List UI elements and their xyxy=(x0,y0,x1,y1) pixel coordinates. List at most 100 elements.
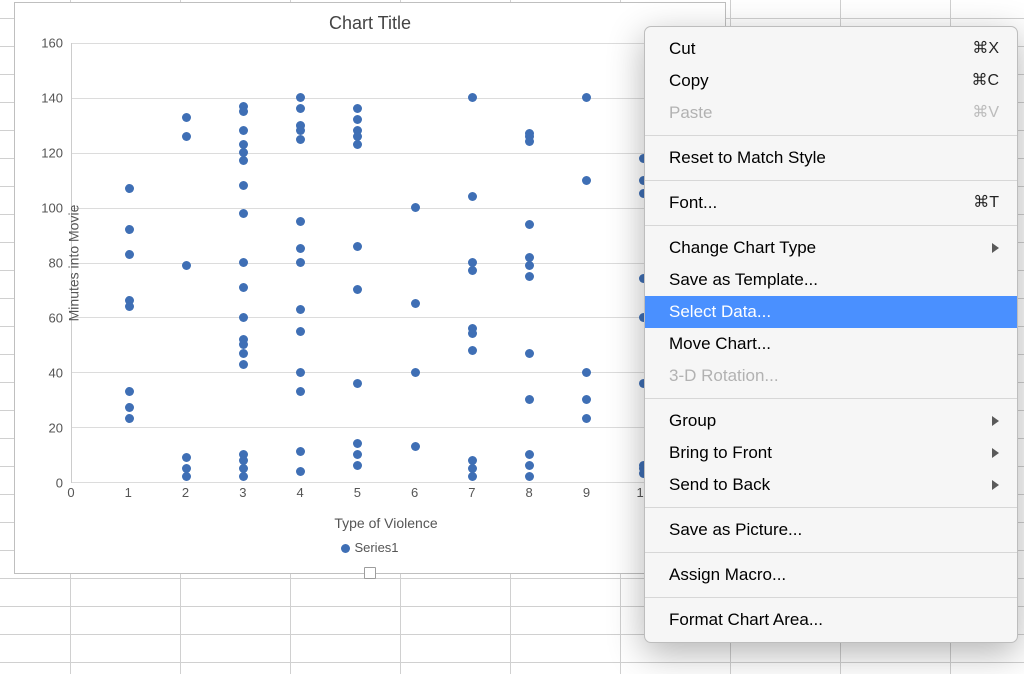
menu-separator xyxy=(645,225,1017,226)
data-point[interactable] xyxy=(525,349,534,358)
menu-item-assign-macro[interactable]: Assign Macro... xyxy=(645,559,1017,591)
data-point[interactable] xyxy=(296,447,305,456)
data-point[interactable] xyxy=(525,450,534,459)
data-point[interactable] xyxy=(582,93,591,102)
data-point[interactable] xyxy=(468,329,477,338)
data-point[interactable] xyxy=(296,467,305,476)
data-point[interactable] xyxy=(239,181,248,190)
data-point[interactable] xyxy=(239,360,248,369)
data-point[interactable] xyxy=(182,261,191,270)
data-point[interactable] xyxy=(239,107,248,116)
data-point[interactable] xyxy=(353,104,362,113)
data-point[interactable] xyxy=(125,302,134,311)
data-point[interactable] xyxy=(582,395,591,404)
y-tick-label: 0 xyxy=(56,476,63,491)
data-point[interactable] xyxy=(353,242,362,251)
data-point[interactable] xyxy=(411,368,420,377)
menu-item-reset-to-match-style[interactable]: Reset to Match Style xyxy=(645,142,1017,174)
menu-item-label: Select Data... xyxy=(669,300,771,324)
menu-item-select-data[interactable]: Select Data... xyxy=(645,296,1017,328)
data-point[interactable] xyxy=(353,285,362,294)
data-point[interactable] xyxy=(125,403,134,412)
menu-item-group[interactable]: Group xyxy=(645,405,1017,437)
data-point[interactable] xyxy=(182,132,191,141)
x-tick-label: 3 xyxy=(239,485,246,500)
data-point[interactable] xyxy=(525,472,534,481)
data-point[interactable] xyxy=(525,272,534,281)
menu-item-change-chart-type[interactable]: Change Chart Type xyxy=(645,232,1017,264)
data-point[interactable] xyxy=(411,299,420,308)
data-point[interactable] xyxy=(239,283,248,292)
data-point[interactable] xyxy=(525,461,534,470)
menu-item-move-chart[interactable]: Move Chart... xyxy=(645,328,1017,360)
data-point[interactable] xyxy=(582,414,591,423)
data-point[interactable] xyxy=(525,395,534,404)
data-point[interactable] xyxy=(125,387,134,396)
data-point[interactable] xyxy=(468,346,477,355)
menu-item-save-as-picture[interactable]: Save as Picture... xyxy=(645,514,1017,546)
data-point[interactable] xyxy=(296,104,305,113)
data-point[interactable] xyxy=(296,135,305,144)
data-point[interactable] xyxy=(239,313,248,322)
data-point[interactable] xyxy=(239,156,248,165)
data-point[interactable] xyxy=(296,305,305,314)
data-point[interactable] xyxy=(182,113,191,122)
data-point[interactable] xyxy=(182,472,191,481)
data-point[interactable] xyxy=(468,266,477,275)
data-point[interactable] xyxy=(411,203,420,212)
selection-handle[interactable] xyxy=(364,567,376,579)
data-point[interactable] xyxy=(411,442,420,451)
data-point[interactable] xyxy=(296,126,305,135)
data-point[interactable] xyxy=(125,414,134,423)
x-axis-label[interactable]: Type of Violence xyxy=(71,515,701,531)
data-point[interactable] xyxy=(525,137,534,146)
data-point[interactable] xyxy=(182,453,191,462)
data-point[interactable] xyxy=(296,93,305,102)
legend[interactable]: Series1 xyxy=(15,540,725,555)
menu-item-save-as-template[interactable]: Save as Template... xyxy=(645,264,1017,296)
x-tick-label: 1 xyxy=(125,485,132,500)
data-point[interactable] xyxy=(296,258,305,267)
menu-item-bring-to-front[interactable]: Bring to Front xyxy=(645,437,1017,469)
data-point[interactable] xyxy=(468,93,477,102)
data-point[interactable] xyxy=(353,439,362,448)
y-axis-label[interactable]: Minutes into Movie xyxy=(65,205,81,322)
data-point[interactable] xyxy=(525,261,534,270)
data-point[interactable] xyxy=(239,349,248,358)
data-point[interactable] xyxy=(582,368,591,377)
menu-item-format-chart-area[interactable]: Format Chart Area... xyxy=(645,604,1017,636)
chevron-right-icon xyxy=(992,448,999,458)
data-point[interactable] xyxy=(468,472,477,481)
data-point[interactable] xyxy=(239,472,248,481)
plot-area[interactable] xyxy=(71,43,701,483)
data-point[interactable] xyxy=(353,461,362,470)
menu-item-font[interactable]: Font...⌘T xyxy=(645,187,1017,219)
chart-object[interactable]: Chart Title 020406080100120140160 012345… xyxy=(14,2,726,574)
data-point[interactable] xyxy=(353,450,362,459)
data-point[interactable] xyxy=(125,225,134,234)
data-point[interactable] xyxy=(239,340,248,349)
data-point[interactable] xyxy=(353,140,362,149)
data-point[interactable] xyxy=(582,176,591,185)
data-point[interactable] xyxy=(296,368,305,377)
data-point[interactable] xyxy=(296,327,305,336)
data-point[interactable] xyxy=(296,217,305,226)
menu-separator xyxy=(645,552,1017,553)
data-point[interactable] xyxy=(239,209,248,218)
context-menu[interactable]: Cut⌘XCopy⌘CPaste⌘VReset to Match StyleFo… xyxy=(644,26,1018,643)
data-point[interactable] xyxy=(125,250,134,259)
menu-item-label: Format Chart Area... xyxy=(669,608,823,632)
data-point[interactable] xyxy=(353,115,362,124)
data-point[interactable] xyxy=(353,379,362,388)
data-point[interactable] xyxy=(468,192,477,201)
data-point[interactable] xyxy=(296,244,305,253)
menu-item-cut[interactable]: Cut⌘X xyxy=(645,33,1017,65)
data-point[interactable] xyxy=(525,220,534,229)
data-point[interactable] xyxy=(296,387,305,396)
chart-title[interactable]: Chart Title xyxy=(15,3,725,34)
menu-item-copy[interactable]: Copy⌘C xyxy=(645,65,1017,97)
data-point[interactable] xyxy=(239,258,248,267)
data-point[interactable] xyxy=(125,184,134,193)
menu-item-send-to-back[interactable]: Send to Back xyxy=(645,469,1017,501)
data-point[interactable] xyxy=(239,126,248,135)
